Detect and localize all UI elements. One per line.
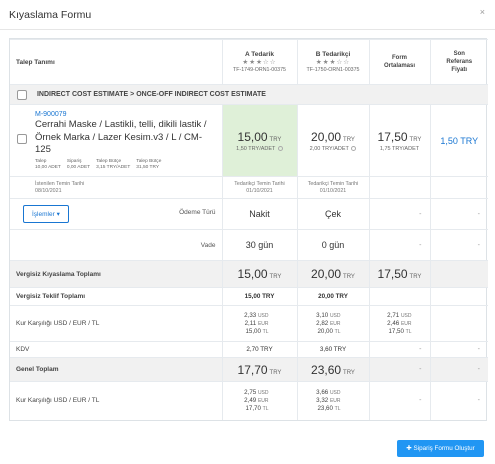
item-name-line2: Örnek Marka / Lazer Kesim.v3 / L / CM-12…	[35, 132, 202, 155]
modal-title: Kıyaslama Formu	[9, 9, 92, 21]
supplier-a-fx2: 2,75 USD 2,49 EUR 17,70 TL	[221, 381, 297, 420]
supplier-b-header[interactable]: B Tedarikçi ★★★☆☆ TF-1750-ORN1-00375	[296, 39, 369, 85]
supplier-a-payment: Nakit	[221, 198, 297, 230]
supplier-a-rating: ★★★☆☆	[242, 59, 277, 66]
create-order-form-button[interactable]: ✚ Sipariş Formu Oluştur	[397, 440, 484, 457]
last-reference-price-cell: 1,50 TRY	[429, 104, 488, 177]
supplier-a-compare-total: 15,00	[237, 267, 268, 281]
comparison-table: Talep Tanımı A Tedarik ★★★☆☆ TF-1749-ORN…	[9, 38, 488, 421]
supplier-a-name: A Tedarik	[245, 51, 274, 58]
supplier-b-compare-total: 20,00	[311, 267, 342, 281]
requested-date-cell: İstenilen Temin Tarihi 08/10/2021	[10, 176, 222, 199]
supplier-a-fx: 2,33 USD 2,11 EUR 15,00 TL	[221, 305, 297, 342]
average-unit-price: 1,75 TRY/ADET	[379, 145, 420, 152]
supplier-b-fx2: 3,66 USD 3,32 EUR 23,60 TL	[296, 381, 369, 420]
grand-total-label: Genel Toplam	[10, 357, 222, 382]
fx-row: Kur Karşılığı USD / EUR / TL 2,33 USD 2,…	[10, 305, 488, 342]
supplier-a-unit-price: 1,50 TRY/ADET	[236, 145, 276, 152]
supplier-a-vat: 2,70 TRY	[221, 341, 297, 358]
supplier-a-price-cell[interactable]: 15,00 TRY 1,50 TRY/ADET	[221, 104, 297, 177]
item-name-line1: Cerrahi Maske / Lastikli, telli, dikili …	[35, 119, 207, 130]
supplier-b-offer-total: 20,00 TRY	[296, 287, 369, 306]
category-label: INDIRECT COST ESTIMATE > ONCE-OFF INDIRE…	[36, 91, 266, 98]
category-row: INDIRECT COST ESTIMATE > ONCE-OFF INDIRE…	[10, 84, 488, 105]
reference-price-link[interactable]: 1,50 TRY	[440, 136, 478, 146]
payment-type-label: Ödeme Türü	[179, 209, 216, 216]
supplier-b-date-cell: Tedarikçi Temin Tarihi 01/10/2021	[296, 176, 369, 199]
item-row: M-900079 Cerrahi Maske / Lastikli, telli…	[10, 104, 488, 177]
payment-type-row: İşlemler ▾ Ödeme Türü Nakit Çek - -	[10, 198, 488, 230]
compare-total-row: Vergisiz Kıyaslama Toplamı 15,00 TRY 20,…	[10, 260, 488, 288]
compare-total-label: Vergisiz Kıyaslama Toplamı	[10, 260, 222, 288]
supplier-b-vat: 3,60 TRY	[296, 341, 369, 358]
form-average-header: Form Ortalaması	[368, 39, 430, 85]
item-checkbox[interactable]	[17, 134, 27, 144]
header-divider	[0, 29, 495, 30]
actions-dropdown-button[interactable]: İşlemler ▾	[23, 205, 69, 223]
supplier-a-price: 15,00	[237, 129, 268, 144]
average-fx: 2,71 USD 2,46 EUR 17,50 TL	[368, 305, 430, 342]
item-code-link[interactable]: M-900079	[35, 111, 216, 118]
fx2-row: Kur Karşılığı USD / EUR / TL 2,75 USD 2,…	[10, 381, 488, 420]
supplier-a-date-cell: Tedarikçi Temin Tarihi 01/10/2021	[221, 176, 297, 199]
fx2-label: Kur Karşılığı USD / EUR / TL	[10, 381, 222, 420]
supplier-b-payment: Çek	[296, 198, 369, 230]
grand-total-row: Genel Toplam 17,70 TRY 23,60 TRY - -	[10, 357, 488, 382]
request-definition-header: Talep Tanımı	[10, 39, 222, 85]
supplier-b-name: B Tedarikçi	[315, 51, 351, 58]
last-reference-header: Son Referans Fiyatı	[429, 39, 488, 85]
supplier-a-term: 30 gün	[221, 229, 297, 261]
supplier-a-grand-total: 17,70	[237, 362, 268, 377]
supplier-b-grand-total: 23,60	[311, 362, 342, 377]
supplier-b-term: 0 gün	[296, 229, 369, 261]
term-label: Vade	[10, 229, 222, 261]
plus-icon: ✚	[406, 445, 412, 452]
supplier-a-header[interactable]: A Tedarik ★★★☆☆ TF-1749-ORN1-00375	[221, 39, 297, 85]
item-cell: M-900079 Cerrahi Maske / Lastikli, telli…	[10, 104, 222, 177]
info-icon[interactable]	[277, 145, 283, 151]
supplier-a-code: TF-1749-ORN1-00375	[233, 67, 286, 73]
table-header-row: Talep Tanımı A Tedarik ★★★☆☆ TF-1749-ORN…	[10, 39, 488, 85]
vat-label: KDV	[10, 341, 222, 358]
average-compare-total: 17,50	[377, 267, 408, 281]
supplier-b-rating: ★★★☆☆	[315, 59, 351, 66]
average-price: 17,50	[377, 129, 408, 144]
supplier-b-code: TF-1750-ORN1-00375	[306, 67, 360, 73]
close-icon[interactable]: ×	[480, 7, 485, 17]
dates-row: İstenilen Temin Tarihi 08/10/2021 Tedarik…	[10, 176, 488, 199]
info-icon[interactable]	[351, 145, 357, 151]
term-row: Vade 30 gün 0 gün - -	[10, 229, 488, 261]
offer-total-row: Vergisiz Teklif Toplamı 15,00 TRY 20,00 …	[10, 287, 488, 306]
supplier-a-offer-total: 15,00 TRY	[221, 287, 297, 306]
offer-total-label: Vergisiz Teklif Toplamı	[10, 287, 222, 306]
supplier-b-fx: 3,10 USD 2,82 EUR 20,00 TL	[296, 305, 369, 342]
supplier-b-price-cell[interactable]: 20,00 TRY 2,00 TRY/ADET	[296, 104, 369, 177]
vat-row: KDV 2,70 TRY 3,60 TRY - -	[10, 341, 488, 358]
caret-down-icon: ▾	[56, 211, 60, 218]
supplier-b-price: 20,00	[311, 129, 342, 144]
item-meta: Talep 10,00 ADET Sipariş 0,00 ADET Talep B…	[35, 159, 162, 170]
supplier-b-unit-price: 2,00 TRY/ADET	[309, 145, 349, 152]
category-checkbox[interactable]	[17, 89, 27, 100]
fx-label: Kur Karşılığı USD / EUR / TL	[10, 305, 222, 342]
form-average-price-cell: 17,50 TRY 1,75 TRY/ADET	[368, 104, 430, 177]
